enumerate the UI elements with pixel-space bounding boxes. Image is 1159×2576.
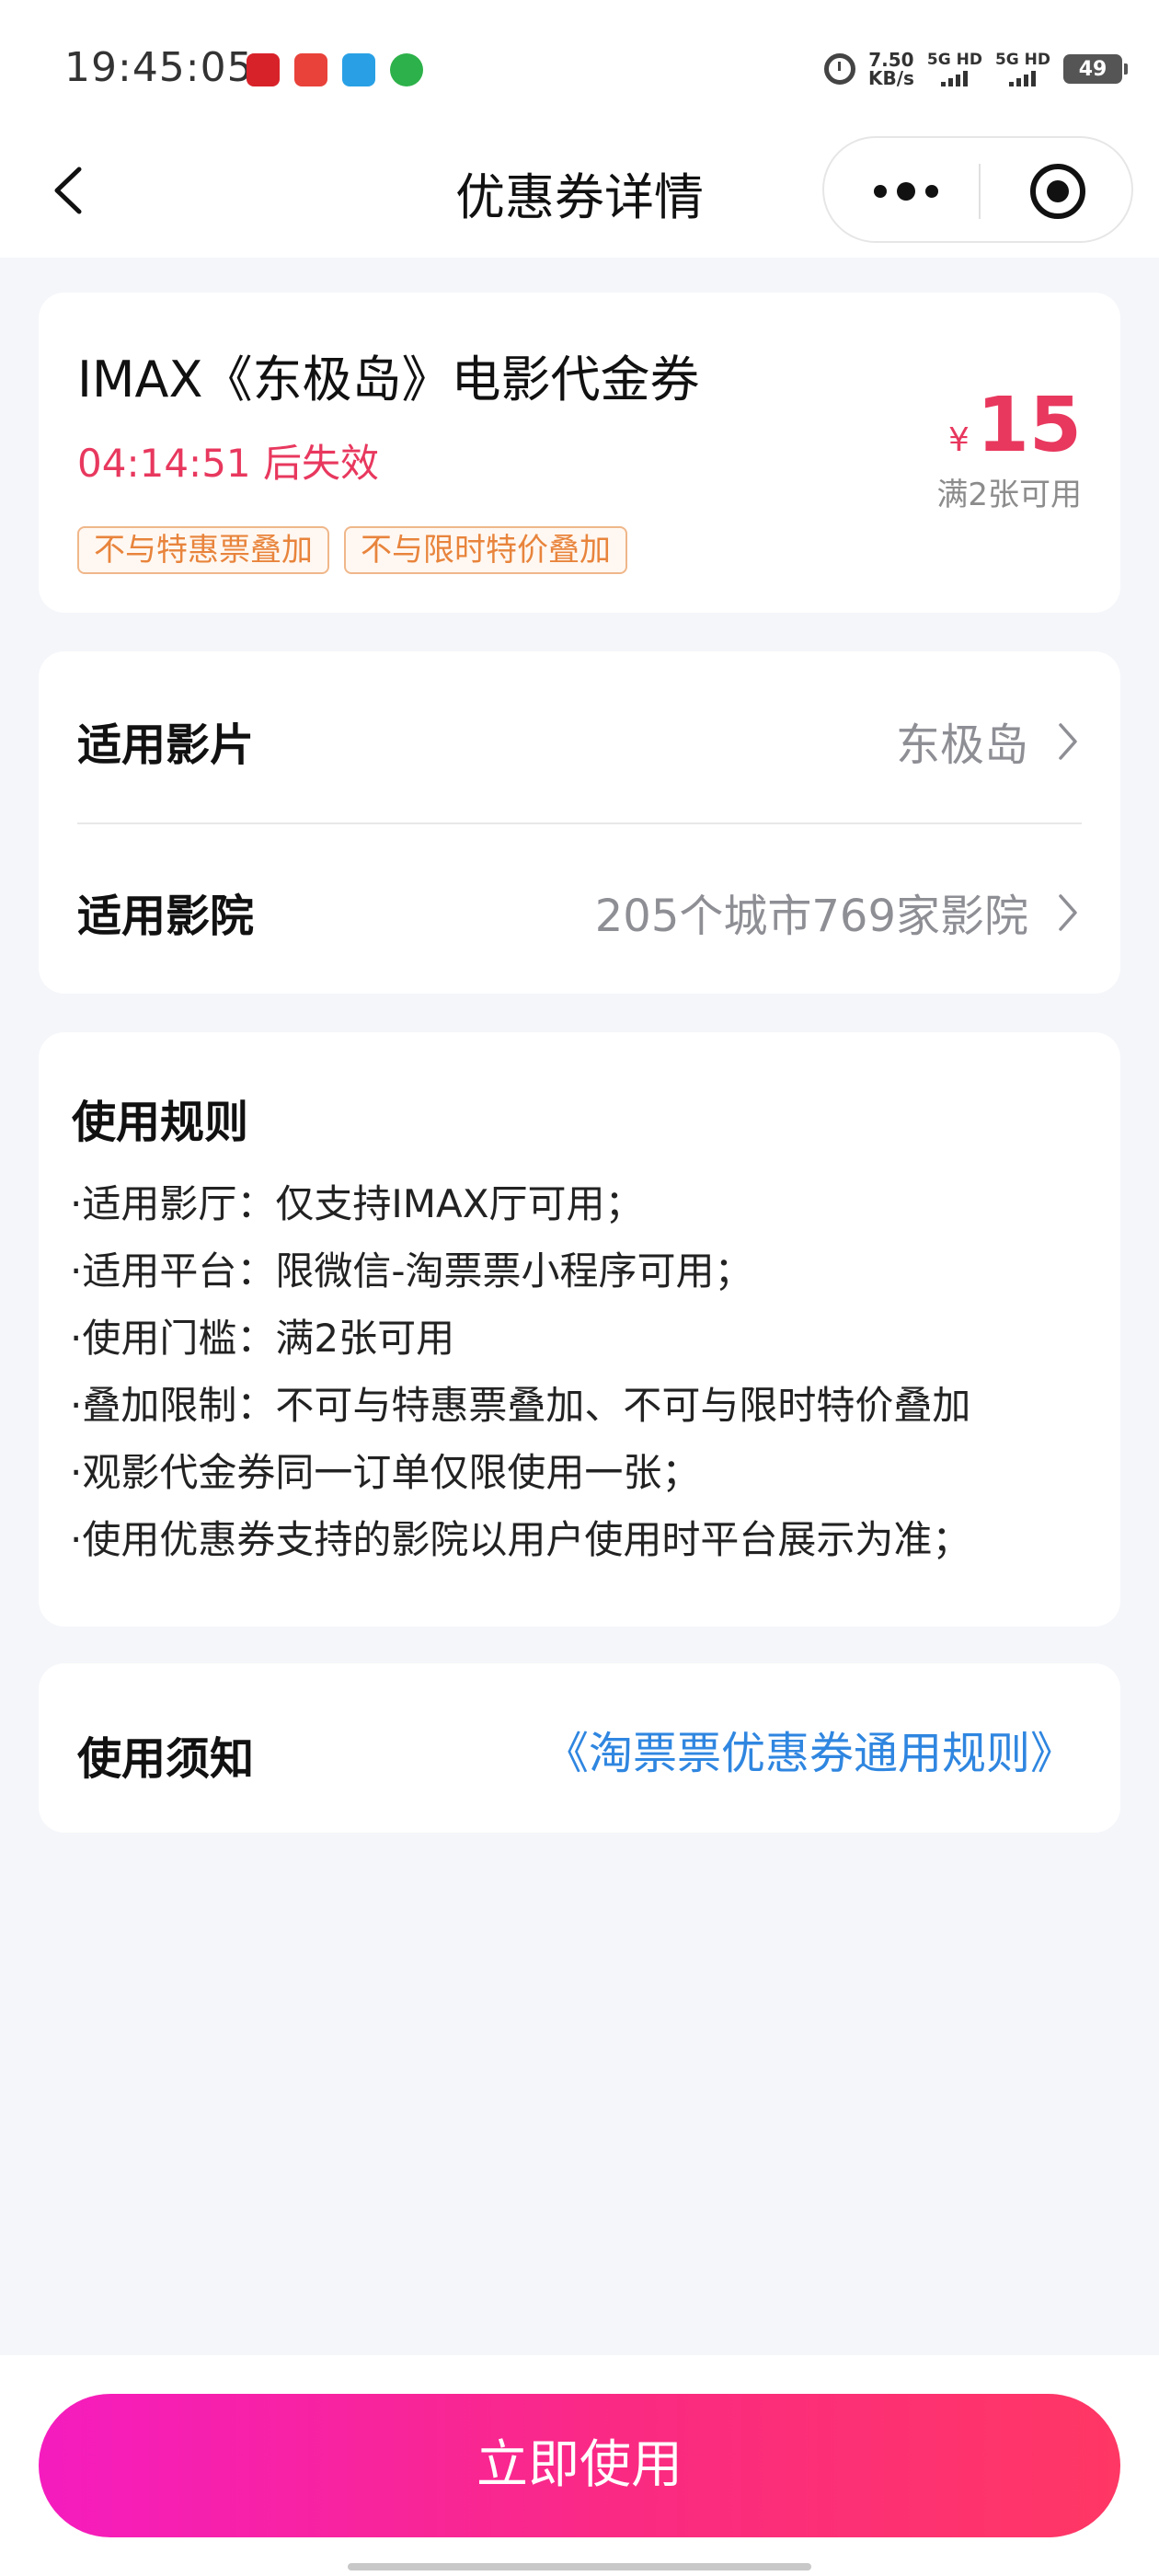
rule-item: ·使用优惠券支持的影院以用户使用时平台展示为准； xyxy=(70,1517,971,1562)
more-icon[interactable] xyxy=(865,173,947,210)
green-app-icon xyxy=(390,53,423,86)
mini-app-icon xyxy=(294,53,327,86)
applicable-film-row[interactable]: 适用影片 东极岛 xyxy=(77,651,1082,822)
mini-program-capsule xyxy=(822,136,1133,243)
signal-1-label: 5G HD xyxy=(926,51,982,69)
rule-item: ·适用影厅：仅支持IMAX厅可用； xyxy=(70,1181,644,1226)
applicable-film-label: 适用影片 xyxy=(77,719,255,771)
rules-card: 使用规则 ·适用影厅：仅支持IMAX厅可用； ·适用平台：限微信-淘票票小程序可… xyxy=(39,1032,1120,1627)
notice-card: 使用须知 《淘票票优惠券通用规则》 xyxy=(39,1663,1120,1833)
capsule-divider xyxy=(979,164,981,219)
notice-label: 使用须知 xyxy=(77,1733,255,1785)
signal-1: 5G HD xyxy=(927,52,982,86)
coupon-threshold: 满2张可用 xyxy=(936,477,1082,513)
network-speed: 7.50 KB/s xyxy=(868,51,914,87)
signal-2-label: 5G HD xyxy=(994,51,1050,69)
rules-heading: 使用规则 xyxy=(72,1097,249,1148)
home-indicator xyxy=(348,2563,811,2570)
use-now-button[interactable]: 立即使用 xyxy=(39,2394,1120,2537)
applicable-cinema-row[interactable]: 适用影院 205个城市769家影院 xyxy=(77,822,1082,994)
coupon-countdown: 04:14:51 后失效 xyxy=(77,441,379,486)
network-speed-unit: KB/s xyxy=(867,67,914,89)
rule-item: ·观影代金券同一订单仅限使用一张； xyxy=(70,1450,701,1495)
rule-item: ·使用门槛：满2张可用 xyxy=(70,1316,455,1361)
tag-no-limited-price: 不与限时特价叠加 xyxy=(344,526,627,574)
coupon-card: IMAX《东极岛》电影代金券 04:14:51 后失效 不与特惠票叠加 不与限时… xyxy=(39,293,1120,613)
applicable-cinema-value: 205个城市769家影院 xyxy=(594,891,1028,942)
applicable-film-value: 东极岛 xyxy=(895,719,1028,771)
battery-icon: 49 xyxy=(1063,54,1128,84)
bank-app-icon xyxy=(247,53,280,86)
signal-bars-icon xyxy=(941,68,969,86)
signal-2: 5G HD xyxy=(995,52,1050,86)
applicable-card: 适用影片 东极岛 适用影院 205个城市769家影院 xyxy=(39,651,1120,994)
close-target-icon[interactable] xyxy=(1028,162,1087,221)
status-time: 19:45:05 xyxy=(64,44,254,91)
rule-item: ·适用平台：限微信-淘票票小程序可用； xyxy=(70,1248,753,1294)
coupon-price: ¥ 15 xyxy=(948,388,1082,464)
chevron-right-icon xyxy=(1059,894,1077,931)
tag-no-special-ticket: 不与特惠票叠加 xyxy=(77,526,329,574)
signal-bars-icon xyxy=(1009,68,1037,86)
send-app-icon xyxy=(342,53,375,86)
coupon-tags: 不与特惠票叠加 不与限时特价叠加 xyxy=(77,526,627,574)
currency-symbol: ¥ xyxy=(947,421,970,459)
rule-item: ·叠加限制：不可与特惠票叠加、不可与限时特价叠加 xyxy=(70,1383,971,1428)
coupon-title: IMAX《东极岛》电影代金券 xyxy=(77,351,700,408)
footer-bar: 立即使用 xyxy=(0,2355,1159,2576)
applicable-cinema-label: 适用影院 xyxy=(77,891,255,942)
chevron-right-icon xyxy=(1059,723,1077,760)
alarm-icon xyxy=(823,53,855,85)
nav-bar: 优惠券详情 xyxy=(0,129,1159,258)
coupon-amount: 15 xyxy=(976,382,1082,469)
general-rules-link[interactable]: 《淘票票优惠券通用规则》 xyxy=(545,1717,1074,1781)
network-speed-value: 7.50 xyxy=(868,49,914,71)
status-bar: 19:45:05 7.50 KB/s 5G HD 5G HD 49 xyxy=(0,0,1159,138)
rules-list: ·适用影厅：仅支持IMAX厅可用； ·适用平台：限微信-淘票票小程序可用； ·使… xyxy=(70,1170,970,1573)
